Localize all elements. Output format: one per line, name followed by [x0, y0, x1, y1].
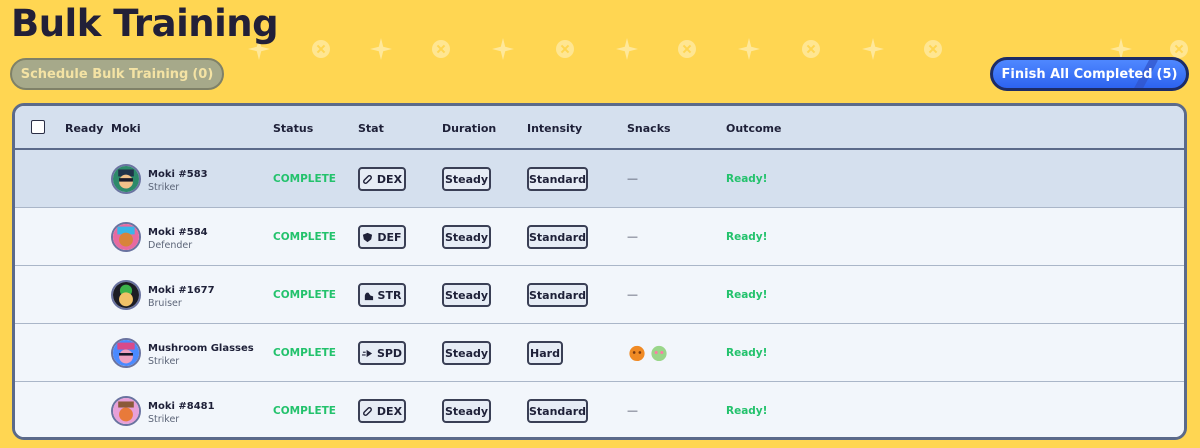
- x-circle-icon: [678, 40, 696, 58]
- moki-avatar: [111, 280, 141, 310]
- sparkle-icon: [738, 38, 760, 60]
- x-circle-icon: [432, 40, 450, 58]
- intensity-pill: Standard: [527, 225, 588, 249]
- header-outcome: Outcome: [726, 122, 782, 135]
- table-header: Ready Moki Status Stat Duration Intensit…: [15, 106, 1184, 150]
- header-status: Status: [273, 122, 314, 135]
- header-moki: Moki: [111, 122, 141, 135]
- duration-pill: Steady: [442, 225, 491, 249]
- duration-pill: Steady: [442, 283, 491, 307]
- bandage-icon: [362, 406, 372, 416]
- training-table: Ready Moki Status Stat Duration Intensit…: [12, 103, 1187, 440]
- stat-label: DEX: [376, 404, 403, 418]
- intensity-pill: Hard: [527, 341, 563, 365]
- moki-name: Moki #584: [148, 227, 208, 238]
- table-row[interactable]: Moki #584 Defender COMPLETE DEF Steady S…: [15, 208, 1184, 266]
- outcome-text: Ready!: [726, 347, 768, 359]
- status-badge: COMPLETE: [273, 405, 336, 417]
- moki-avatar: [111, 222, 141, 252]
- moki-class: Striker: [148, 356, 180, 367]
- orange-snack-icon: [629, 345, 645, 362]
- x-circle-icon: [1170, 40, 1188, 58]
- stat-label: STR: [377, 288, 402, 302]
- status-badge: COMPLETE: [273, 231, 336, 243]
- snacks-empty: —: [627, 404, 638, 417]
- moki-name: Moki #1677: [148, 285, 215, 296]
- sparkle-icon: [492, 38, 514, 60]
- header-ready: Ready: [65, 122, 104, 135]
- intensity-pill: Standard: [527, 399, 588, 423]
- status-badge: COMPLETE: [273, 173, 336, 185]
- flexed-arm-icon: [364, 292, 373, 300]
- moki-avatar: [111, 396, 141, 426]
- moki-name: Moki #8481: [148, 401, 215, 412]
- header-stat: Stat: [358, 122, 384, 135]
- header-snacks: Snacks: [627, 122, 671, 135]
- moki-avatar: [111, 164, 141, 194]
- schedule-label: Schedule Bulk Training: [20, 66, 189, 82]
- status-badge: COMPLETE: [273, 289, 336, 301]
- moki-class: Defender: [148, 240, 193, 251]
- sparkle-icon: [370, 38, 392, 60]
- page-title: Bulk Training: [11, 2, 279, 45]
- stat-pill: STR: [358, 283, 406, 307]
- bandage-icon: [362, 174, 372, 184]
- stat-label: SPD: [376, 346, 403, 360]
- shield-icon: [363, 232, 373, 242]
- finish-count: (5): [1156, 66, 1178, 82]
- stat-pill: DEX: [358, 167, 406, 191]
- x-circle-icon: [556, 40, 574, 58]
- intensity-pill: Standard: [527, 283, 588, 307]
- outcome-text: Ready!: [726, 231, 768, 243]
- header-intensity: Intensity: [527, 122, 583, 135]
- outcome-text: Ready!: [726, 405, 768, 417]
- schedule-count: (0): [192, 66, 214, 82]
- stat-pill: SPD: [358, 341, 406, 365]
- snacks-empty: —: [627, 230, 638, 243]
- schedule-bulk-training-button[interactable]: Schedule Bulk Training (0): [10, 58, 224, 90]
- moki-name: Mushroom Glasses: [148, 343, 254, 354]
- snacks-empty: —: [627, 288, 638, 301]
- speed-icon: [361, 349, 373, 357]
- table-row[interactable]: Mushroom Glasses Striker COMPLETE SPD St…: [15, 324, 1184, 382]
- outcome-text: Ready!: [726, 173, 768, 185]
- intensity-pill: Standard: [527, 167, 588, 191]
- finish-label: Finish All Completed: [1001, 66, 1153, 82]
- sparkle-icon: [862, 38, 884, 60]
- table-row[interactable]: Moki #8481 Striker COMPLETE DEX Steady S…: [15, 382, 1184, 437]
- sparkle-icon: [616, 38, 638, 60]
- header-duration: Duration: [442, 122, 497, 135]
- moki-avatar: [111, 338, 141, 368]
- stat-label: DEX: [376, 172, 403, 186]
- x-circle-icon: [802, 40, 820, 58]
- table-row[interactable]: Moki #583 Striker COMPLETE DEX Steady St…: [15, 150, 1184, 208]
- duration-pill: Steady: [442, 399, 491, 423]
- stat-label: DEF: [377, 230, 402, 244]
- moki-class: Bruiser: [148, 298, 182, 309]
- moki-class: Striker: [148, 182, 180, 193]
- stat-pill: DEX: [358, 399, 406, 423]
- stat-pill: DEF: [358, 225, 406, 249]
- table-row[interactable]: Moki #1677 Bruiser COMPLETE STR Steady S…: [15, 266, 1184, 324]
- select-all-checkbox[interactable]: [31, 120, 45, 134]
- outcome-text: Ready!: [726, 289, 768, 301]
- finish-all-completed-button[interactable]: Finish All Completed (5): [990, 57, 1189, 91]
- snacks-empty: —: [627, 172, 638, 185]
- x-circle-icon: [924, 40, 942, 58]
- duration-pill: Steady: [442, 167, 491, 191]
- status-badge: COMPLETE: [273, 347, 336, 359]
- moki-class: Striker: [148, 414, 180, 425]
- moki-name: Moki #583: [148, 169, 208, 180]
- x-circle-icon: [312, 40, 330, 58]
- green-snack-icon: [651, 345, 667, 362]
- duration-pill: Steady: [442, 341, 491, 365]
